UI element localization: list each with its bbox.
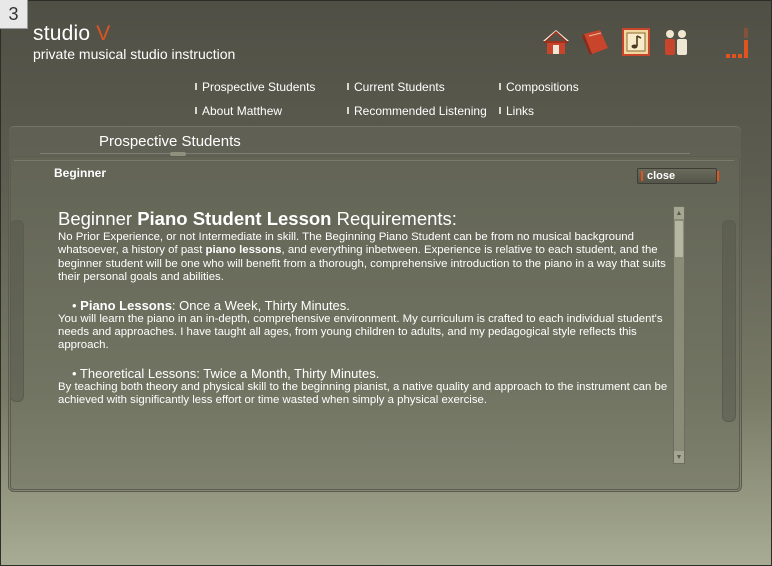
content-scrollbar[interactable]: ▲ ▼ bbox=[673, 206, 685, 464]
lesson-item-theory: • Theoretical Lessons: Twice a Month, Th… bbox=[58, 366, 674, 408]
section-label: Beginner bbox=[54, 166, 107, 180]
nav-links[interactable]: Links bbox=[499, 104, 534, 118]
panel-divider bbox=[40, 153, 690, 154]
music-note-icon[interactable] bbox=[620, 26, 652, 58]
item-text-theory: By teaching both theory and physical ski… bbox=[58, 380, 668, 407]
nav-recommended-listening[interactable]: Recommended Listening bbox=[347, 104, 487, 118]
nav-about-matthew[interactable]: About Matthew bbox=[195, 104, 282, 118]
close-right-marker bbox=[717, 171, 719, 181]
scroll-up-icon[interactable]: ▲ bbox=[674, 207, 684, 219]
close-button-label: close bbox=[647, 170, 676, 182]
item-heading-theory: • Theoretical Lessons: Twice a Month, Th… bbox=[72, 365, 380, 381]
heading-pre: Beginner bbox=[58, 208, 138, 229]
heading-post: Requirements: bbox=[331, 208, 457, 229]
panel-title: Prospective Students bbox=[99, 133, 241, 150]
site-logo[interactable]: studio V bbox=[33, 22, 111, 46]
close-button[interactable]: close bbox=[637, 168, 719, 184]
logo-text: studio bbox=[33, 22, 91, 45]
scroll-thumb[interactable] bbox=[675, 221, 683, 257]
site-tagline: private musical studio instruction bbox=[33, 46, 236, 62]
heading-bold: Piano Student Lesson bbox=[137, 208, 332, 229]
item1-bullet: • bbox=[72, 297, 81, 313]
book-icon[interactable] bbox=[580, 26, 612, 58]
item1-rest: : Once a Week, Thirty Minutes. bbox=[171, 297, 350, 313]
nav-prospective-students[interactable]: Prospective Students bbox=[195, 80, 315, 94]
top-icon-bar bbox=[540, 26, 692, 58]
item-heading-piano: • Piano Lessons: Once a Week, Thirty Min… bbox=[58, 298, 674, 313]
nav-current-students[interactable]: Current Students bbox=[347, 80, 445, 94]
left-side-decoration bbox=[10, 220, 24, 402]
content-panel-divider bbox=[14, 160, 734, 161]
people-icon[interactable] bbox=[660, 26, 692, 58]
item1-bold: Piano Lessons bbox=[80, 297, 172, 313]
logo-accent: V bbox=[96, 22, 111, 45]
close-left-marker bbox=[641, 171, 643, 181]
intro-paragraph: No Prior Experience, or not Intermediate… bbox=[58, 231, 674, 285]
item-text-piano: You will learn the piano in an in-depth,… bbox=[58, 312, 663, 352]
scroll-down-icon[interactable]: ▼ bbox=[674, 451, 684, 463]
home-icon[interactable] bbox=[540, 26, 572, 58]
volume-meter-icon[interactable] bbox=[724, 24, 752, 60]
nav-compositions[interactable]: Compositions bbox=[499, 80, 579, 94]
intro-bold: piano lessons bbox=[205, 244, 282, 257]
content-heading: Beginner Piano Student Lesson Requiremen… bbox=[58, 208, 674, 230]
lesson-content: Beginner Piano Student Lesson Requiremen… bbox=[58, 208, 674, 408]
lesson-item-piano: • Piano Lessons: Once a Week, Thirty Min… bbox=[58, 298, 674, 353]
page-number-badge: 3 bbox=[0, 0, 28, 29]
right-side-decoration bbox=[722, 220, 736, 422]
